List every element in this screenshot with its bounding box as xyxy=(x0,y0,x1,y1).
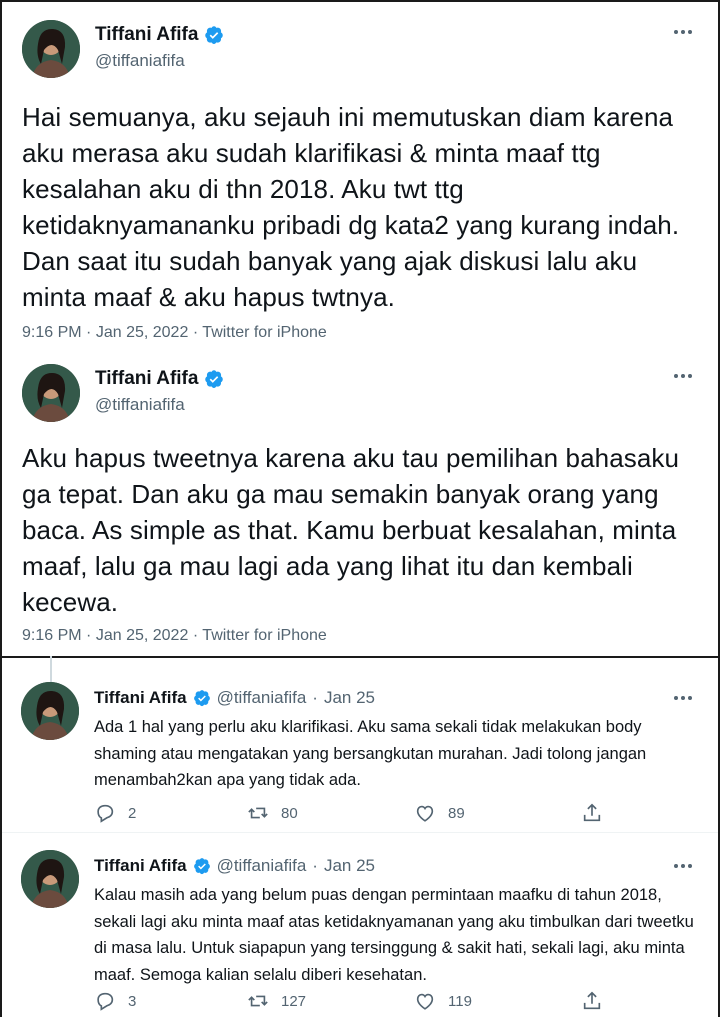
author-handle[interactable]: @tiffaniafifa xyxy=(217,688,307,708)
tweet-text: Hai semuanya, aku sejauh ini memutuskan … xyxy=(22,102,680,312)
reply-date[interactable]: Jan 25 xyxy=(324,688,375,708)
more-icon[interactable] xyxy=(668,856,698,876)
meta-separator: · xyxy=(192,627,199,644)
reply-date[interactable]: Jan 25 xyxy=(324,856,375,876)
share-button[interactable] xyxy=(581,802,603,824)
tweet-header: Tiffani Afifa @tiffaniafifa xyxy=(22,364,698,424)
like-icon xyxy=(416,805,434,822)
reply-icon xyxy=(97,804,114,823)
author-handle[interactable]: @tiffaniafifa xyxy=(217,856,307,876)
reply-actions: 3 127 119 xyxy=(94,989,698,1013)
more-icon[interactable] xyxy=(668,364,698,388)
reply-count: 3 xyxy=(128,992,137,1010)
retweet-button[interactable]: 127 xyxy=(247,990,306,1012)
reply-actions: 2 80 89 xyxy=(94,801,698,825)
share-icon xyxy=(583,803,601,822)
like-button[interactable]: 89 xyxy=(414,802,465,824)
meta-separator: · xyxy=(86,324,92,341)
tweet-meta: 9:16 PM · Jan 25, 2022 · Twitter for iPh… xyxy=(22,627,327,645)
author-name-row: Tiffani Afifa xyxy=(95,24,224,46)
reply-count: 2 xyxy=(128,804,137,822)
reply-tweet-1[interactable]: Tiffani Afifa @tiffaniafifa · Jan 25 Ada… xyxy=(2,658,718,828)
meta-separator: · xyxy=(86,627,92,644)
avatar[interactable] xyxy=(22,364,80,422)
author-name[interactable]: Tiffani Afifa xyxy=(94,688,187,708)
retweet-count: 127 xyxy=(281,992,307,1010)
retweet-icon xyxy=(248,807,268,819)
author-name-row: Tiffani Afifa xyxy=(95,368,224,390)
author-handle[interactable]: @tiffaniafifa xyxy=(95,51,185,71)
like-count: 89 xyxy=(448,804,465,822)
thread-replies: Tiffani Afifa @tiffaniafifa · Jan 25 Ada… xyxy=(2,656,718,1017)
retweet-icon xyxy=(248,995,268,1007)
reply-text: Ada 1 hal yang perlu aku klarifikasi. Ak… xyxy=(94,718,647,789)
like-icon xyxy=(416,993,434,1010)
verified-icon xyxy=(193,857,211,875)
share-icon xyxy=(583,991,601,1010)
like-button[interactable]: 119 xyxy=(414,990,472,1012)
meta-separator: · xyxy=(312,688,318,707)
tweet-time[interactable]: 9:16 PM xyxy=(22,627,82,644)
retweet-count: 80 xyxy=(281,804,298,822)
reply-button[interactable]: 2 xyxy=(94,802,136,824)
avatar[interactable] xyxy=(22,20,80,78)
reply-header: Tiffani Afifa @tiffaniafifa · Jan 25 xyxy=(94,688,375,708)
tweet-time[interactable]: 9:16 PM xyxy=(22,324,82,341)
reply-tweet-2[interactable]: Tiffani Afifa @tiffaniafifa · Jan 25 Kal… xyxy=(2,826,718,1017)
tweet-text: Aku hapus tweetnya karena aku tau pemili… xyxy=(22,443,680,617)
like-count: 119 xyxy=(448,992,472,1010)
reply-icon xyxy=(97,992,114,1011)
tweet-date[interactable]: Jan 25, 2022 xyxy=(96,324,189,341)
meta-separator: · xyxy=(312,856,318,875)
verified-icon xyxy=(193,689,211,707)
retweet-button[interactable]: 80 xyxy=(247,802,298,824)
meta-separator: · xyxy=(192,324,199,341)
author-name[interactable]: Tiffani Afifa xyxy=(94,856,187,876)
tweet-source[interactable]: Twitter for iPhone xyxy=(202,627,327,644)
reply-button[interactable]: 3 xyxy=(94,990,136,1012)
tweet-meta: 9:16 PM · Jan 25, 2022 · Twitter for iPh… xyxy=(22,324,327,342)
reply-text: Kalau masih ada yang belum puas dengan p… xyxy=(94,886,694,984)
avatar[interactable] xyxy=(21,682,79,740)
screenshot-frame: Tiffani Afifa @tiffaniafifa Hai semuanya… xyxy=(0,0,720,1017)
verified-icon xyxy=(204,369,224,389)
author-handle[interactable]: @tiffaniafifa xyxy=(95,395,185,415)
tweet-source[interactable]: Twitter for iPhone xyxy=(202,324,327,341)
author-name[interactable]: Tiffani Afifa xyxy=(95,368,198,390)
tweet-date[interactable]: Jan 25, 2022 xyxy=(96,627,189,644)
verified-icon xyxy=(204,25,224,45)
reply-header: Tiffani Afifa @tiffaniafifa · Jan 25 xyxy=(94,856,375,876)
tweet-1: Tiffani Afifa @tiffaniafifa Hai semuanya… xyxy=(2,2,718,354)
tweet-header: Tiffani Afifa @tiffaniafifa xyxy=(22,20,698,80)
more-icon[interactable] xyxy=(668,20,698,44)
avatar[interactable] xyxy=(21,850,79,908)
share-button[interactable] xyxy=(581,990,603,1012)
more-icon[interactable] xyxy=(668,688,698,708)
tweet-2: Tiffani Afifa @tiffaniafifa Aku hapus tw… xyxy=(2,354,718,656)
author-name[interactable]: Tiffani Afifa xyxy=(95,24,198,46)
